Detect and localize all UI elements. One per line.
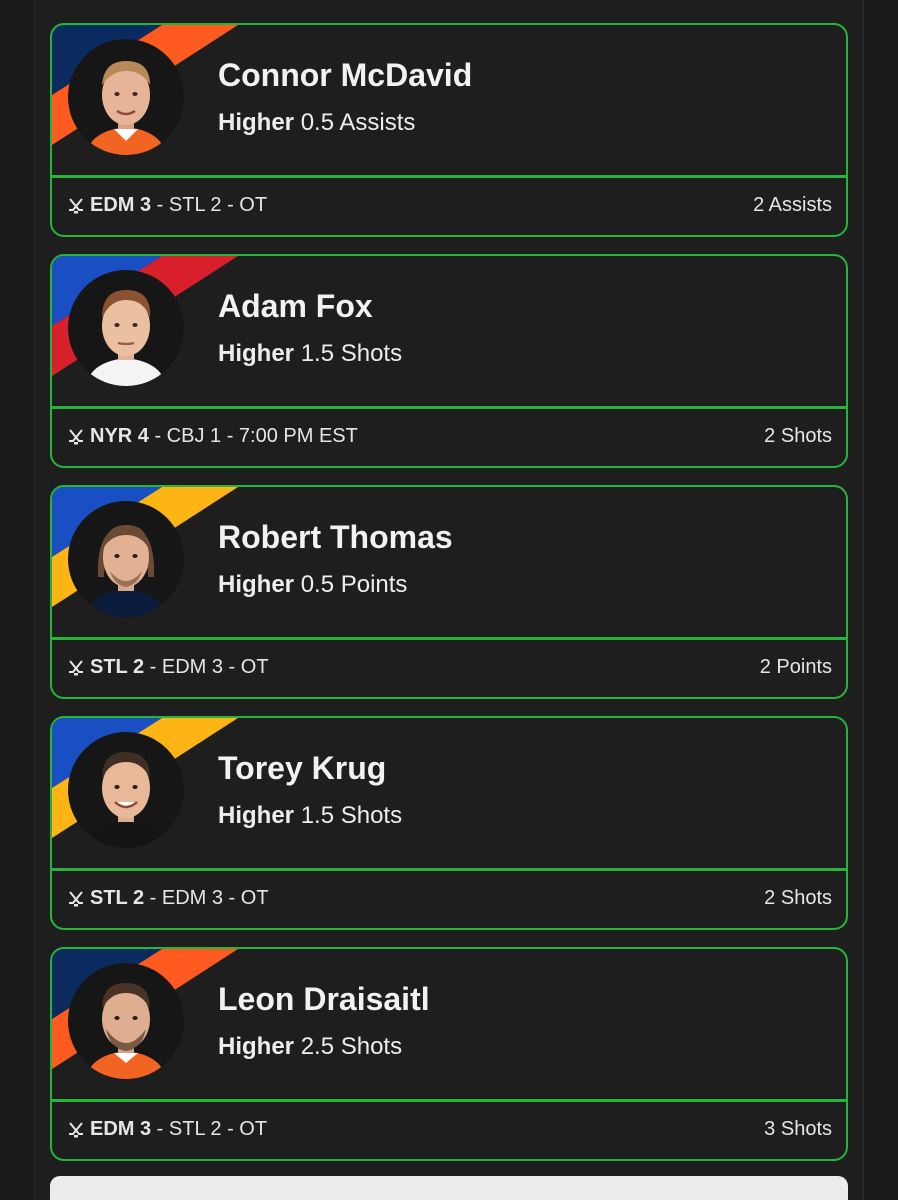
next-section-panel <box>50 1176 848 1200</box>
projection-line: Higher 1.5 Shots <box>218 340 402 368</box>
projection-line: Higher 0.5 Assists <box>218 109 415 137</box>
projection-direction: Higher <box>218 340 295 367</box>
projection-value: 2.5 Shots <box>300 1033 403 1060</box>
pick-card[interactable]: Leon Draisaitl Higher 2.5 Shots EDM 3 - … <box>50 947 848 1161</box>
player-avatar <box>68 963 184 1079</box>
player-name: Robert Thomas <box>218 519 453 555</box>
pick-card-header: Torey Krug Higher 1.5 Shots <box>52 718 846 871</box>
hockey-sticks-icon <box>69 197 83 213</box>
result-stat: 2 Shots <box>764 425 832 447</box>
page: Connor McDavid Higher 0.5 Assists EDM 3 … <box>0 0 898 1200</box>
projection-value: 0.5 Points <box>300 571 408 598</box>
game-details: - EDM 3 - OT <box>144 656 269 678</box>
hockey-sticks-icon <box>69 1121 83 1137</box>
player-avatar <box>68 732 184 848</box>
pick-card-header: Robert Thomas Higher 0.5 Points <box>52 487 846 640</box>
pick-card-footer: NYR 4 - CBJ 1 - 7:00 PM EST 2 Shots <box>52 409 846 464</box>
pick-card-footer: EDM 3 - STL 2 - OT 2 Assists <box>52 178 846 233</box>
result-stat: 2 Assists <box>753 194 832 216</box>
player-name: Connor McDavid <box>218 57 473 93</box>
game-team-score: EDM 3 <box>90 194 152 216</box>
game-info: EDM 3 - STL 2 - OT <box>66 1118 267 1141</box>
game-info: NYR 4 - CBJ 1 - 7:00 PM EST <box>66 425 358 448</box>
projection-direction: Higher <box>218 571 295 598</box>
projection-direction: Higher <box>218 1033 295 1060</box>
game-team-score: STL 2 <box>90 887 145 909</box>
player-name: Torey Krug <box>218 750 387 786</box>
game-info: STL 2 - EDM 3 - OT <box>66 887 269 910</box>
pick-card-footer: STL 2 - EDM 3 - OT 2 Shots <box>52 871 846 926</box>
pick-card[interactable]: Adam Fox Higher 1.5 Shots NYR 4 - CBJ 1 … <box>50 254 848 468</box>
pick-card-header: Connor McDavid Higher 0.5 Assists <box>52 25 846 178</box>
player-avatar <box>68 501 184 617</box>
player-avatar <box>68 270 184 386</box>
game-team-score: STL 2 <box>90 656 145 678</box>
projection-direction: Higher <box>218 109 295 136</box>
projection-line: Higher 0.5 Points <box>218 571 407 599</box>
game-details: - EDM 3 - OT <box>144 887 269 909</box>
hockey-sticks-icon <box>69 428 83 444</box>
hockey-sticks-icon <box>69 659 83 675</box>
hockey-sticks-icon <box>69 890 83 906</box>
projection-value: 1.5 Shots <box>300 340 403 367</box>
game-info: EDM 3 - STL 2 - OT <box>66 194 267 217</box>
game-details: - STL 2 - OT <box>151 194 268 216</box>
pick-card-header: Leon Draisaitl Higher 2.5 Shots <box>52 949 846 1102</box>
result-stat: 2 Shots <box>764 887 832 909</box>
player-name: Leon Draisaitl <box>218 981 430 1017</box>
game-team-score: NYR 4 <box>90 425 149 447</box>
pick-card[interactable]: Robert Thomas Higher 0.5 Points STL 2 - … <box>50 485 848 699</box>
game-details: - CBJ 1 - 7:00 PM EST <box>148 425 358 447</box>
player-avatar <box>68 39 184 155</box>
pick-card[interactable]: Torey Krug Higher 1.5 Shots STL 2 - EDM … <box>50 716 848 930</box>
projection-line: Higher 2.5 Shots <box>218 1033 402 1061</box>
pick-card-footer: STL 2 - EDM 3 - OT 2 Points <box>52 640 846 695</box>
pick-card-header: Adam Fox Higher 1.5 Shots <box>52 256 846 409</box>
game-details: - STL 2 - OT <box>151 1118 268 1140</box>
player-name: Adam Fox <box>218 288 373 324</box>
projection-value: 0.5 Assists <box>300 109 416 136</box>
pick-card-footer: EDM 3 - STL 2 - OT 3 Shots <box>52 1102 846 1157</box>
game-info: STL 2 - EDM 3 - OT <box>66 656 269 679</box>
result-stat: 3 Shots <box>764 1118 832 1140</box>
pick-card[interactable]: Connor McDavid Higher 0.5 Assists EDM 3 … <box>50 23 848 237</box>
game-team-score: EDM 3 <box>90 1118 152 1140</box>
result-stat: 2 Points <box>759 656 832 678</box>
projection-line: Higher 1.5 Shots <box>218 802 402 830</box>
projection-value: 1.5 Shots <box>300 802 403 829</box>
projection-direction: Higher <box>218 802 295 829</box>
